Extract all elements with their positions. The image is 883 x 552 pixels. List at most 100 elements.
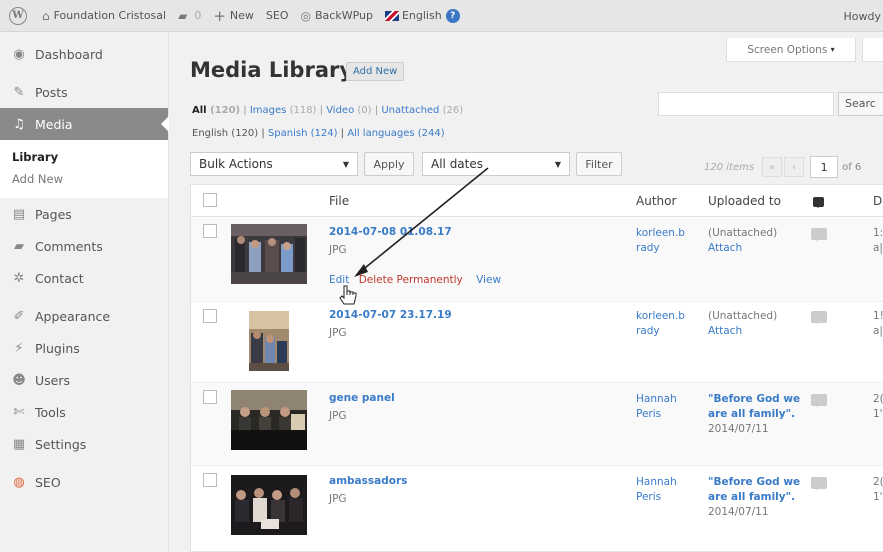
- media-submenu: Library Add New: [0, 140, 168, 198]
- comment-count-bubble[interactable]: [811, 394, 827, 407]
- file-type: JPG: [329, 410, 347, 422]
- filter-video[interactable]: Video (0): [326, 105, 371, 116]
- thumbnail-image[interactable]: [231, 390, 307, 450]
- lang-all[interactable]: All languages (244): [347, 128, 444, 139]
- file-type: JPG: [329, 493, 347, 505]
- attached-post-link[interactable]: "Before God we are all family".: [708, 475, 800, 505]
- file-title-link[interactable]: gene panel: [329, 392, 395, 404]
- thumbnail-image[interactable]: [231, 475, 307, 535]
- first-page-icon[interactable]: «: [762, 157, 783, 177]
- wordpress-logo-icon[interactable]: W: [0, 0, 36, 32]
- author-link[interactable]: korleen.b rady: [636, 309, 685, 339]
- uploaded-to: (Unattached) Attach: [708, 310, 778, 337]
- language-switcher[interactable]: English?: [379, 0, 466, 32]
- attached-post-link[interactable]: "Before God we are all family".: [708, 392, 800, 422]
- file-type: JPG: [329, 327, 347, 339]
- date-cell: 2(1': [873, 393, 883, 420]
- pagination: 120 items « ‹ 1 of 6: [704, 156, 861, 178]
- media-icon: ♫: [13, 116, 25, 132]
- row-checkbox[interactable]: [203, 390, 217, 404]
- sidebar-item-users[interactable]: ☻ Users: [0, 364, 168, 396]
- date-filter-select[interactable]: All dates ▼: [422, 152, 570, 176]
- lang-english[interactable]: English (120): [192, 128, 258, 139]
- seo-link[interactable]: SEO: [260, 0, 295, 32]
- lang-spanish[interactable]: Spanish (124): [268, 128, 338, 139]
- column-date[interactable]: D: [873, 194, 882, 208]
- submenu-add-new[interactable]: Add New: [0, 168, 168, 190]
- comment-count-bubble[interactable]: [811, 311, 827, 324]
- sidebar-item-comments[interactable]: ▰ Comments: [0, 230, 168, 262]
- prev-page-icon[interactable]: ‹: [784, 157, 805, 177]
- sidebar-item-posts[interactable]: ✎ Posts: [0, 76, 168, 108]
- delete-permanently-link[interactable]: Delete Permanently: [359, 274, 463, 286]
- row-checkbox[interactable]: [203, 473, 217, 487]
- column-comments-icon[interactable]: [813, 196, 824, 210]
- author-link[interactable]: Hannah Peris: [636, 475, 677, 505]
- help-tab[interactable]: [862, 38, 883, 62]
- select-all-checkbox[interactable]: [203, 193, 217, 207]
- sidebar-item-media[interactable]: ♫ Media: [0, 108, 169, 140]
- new-content-link[interactable]: + New: [207, 0, 260, 32]
- pages-icon: ▤: [12, 206, 26, 222]
- attach-link[interactable]: Attach: [708, 242, 742, 254]
- page-title: Media Library: [190, 58, 354, 82]
- wrench-icon: ✄: [13, 404, 25, 420]
- file-title-link[interactable]: 2014-07-07 23.17.19: [329, 309, 452, 321]
- comment-count-bubble[interactable]: [811, 477, 827, 490]
- site-name-link[interactable]: ⌂ Foundation Cristosal: [36, 0, 172, 32]
- date-cell: 1: a|: [873, 227, 883, 254]
- file-title-link[interactable]: 2014-07-08 01.08.17: [329, 226, 452, 238]
- items-count: 120 items: [704, 161, 755, 173]
- sidebar-item-plugins[interactable]: ⚡ Plugins: [0, 332, 168, 364]
- seo-icon: ◍: [13, 474, 25, 490]
- table-row: 2014-07-08 01.08.17 JPG Edit Delete Perm…: [191, 218, 883, 302]
- edit-link[interactable]: Edit: [329, 274, 349, 286]
- help-icon[interactable]: ?: [445, 8, 460, 23]
- thumbnail-image[interactable]: [231, 224, 307, 284]
- sidebar-item-contact[interactable]: ✲ Contact: [0, 262, 168, 294]
- uploaded-to: (Unattached) Attach: [708, 227, 778, 254]
- search-button[interactable]: Searc: [838, 92, 883, 116]
- submenu-library[interactable]: Library: [0, 146, 168, 168]
- column-file[interactable]: File: [329, 194, 349, 208]
- search-input[interactable]: [658, 92, 834, 116]
- screen-options-button[interactable]: Screen Options ▾: [726, 38, 856, 62]
- bulk-actions-select[interactable]: Bulk Actions ▼: [190, 152, 358, 176]
- sidebar-item-pages[interactable]: ▤ Pages: [0, 198, 168, 230]
- plus-icon: +: [213, 6, 226, 25]
- attach-link[interactable]: Attach: [708, 325, 742, 337]
- caret-down-icon: ▼: [554, 159, 561, 169]
- current-page-input[interactable]: 1: [810, 156, 839, 178]
- comment-count-bubble[interactable]: [811, 228, 827, 241]
- filter-unattached[interactable]: Unattached (26): [381, 105, 463, 116]
- dashboard-icon: ◉: [13, 46, 25, 62]
- comments-link[interactable]: ▰ 0: [172, 0, 207, 32]
- author-link[interactable]: Hannah Peris: [636, 392, 677, 422]
- gear-icon: ✲: [13, 270, 25, 286]
- caret-down-icon: ▼: [342, 159, 349, 169]
- sidebar-item-appearance[interactable]: ✐ Appearance: [0, 300, 168, 332]
- sidebar-item-seo[interactable]: ◍ SEO: [0, 466, 168, 498]
- comment-bubble-icon: ▰: [178, 8, 188, 23]
- uk-flag-icon: [384, 10, 399, 21]
- file-title-link[interactable]: ambassadors: [329, 475, 407, 487]
- apply-button[interactable]: Apply: [364, 152, 414, 176]
- row-checkbox[interactable]: [203, 309, 217, 323]
- sidebar-item-settings[interactable]: ▦ Settings: [0, 428, 168, 460]
- add-new-button[interactable]: Add New: [346, 62, 405, 81]
- filter-all[interactable]: All (120): [192, 105, 240, 116]
- sidebar-item-dashboard[interactable]: ◉ Dashboard: [0, 38, 168, 70]
- home-icon: ⌂: [42, 8, 50, 23]
- table-row: ambassadors JPG Hannah Peris "Before God …: [191, 467, 883, 552]
- howdy-user-menu[interactable]: Howdy: [844, 0, 883, 32]
- thumbnail-image[interactable]: [249, 311, 289, 371]
- backwpup-link[interactable]: ◎ BackWPup: [295, 0, 379, 32]
- date-cell: 2(1': [873, 476, 883, 503]
- filter-images[interactable]: Images (118): [250, 105, 317, 116]
- author-link[interactable]: korleen.b rady: [636, 226, 685, 256]
- view-link[interactable]: View: [476, 274, 501, 286]
- row-checkbox[interactable]: [203, 224, 217, 238]
- sidebar-item-tools[interactable]: ✄ Tools: [0, 396, 168, 428]
- column-uploaded-to[interactable]: Uploaded to: [708, 194, 781, 208]
- filter-button[interactable]: Filter: [576, 152, 622, 176]
